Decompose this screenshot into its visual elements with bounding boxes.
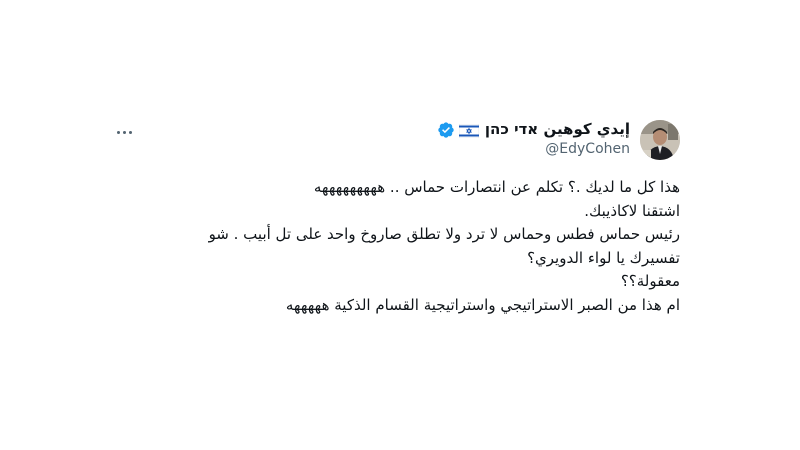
verified-badge-icon[interactable] xyxy=(437,121,455,139)
author-display-name[interactable]: إيدي كوهين אדי כהן xyxy=(485,120,630,139)
tweet-text-line: معقولة؟؟ xyxy=(620,272,680,290)
avatar[interactable] xyxy=(640,120,680,160)
tweet-text-line: اشتقنا لاكاذيبك. xyxy=(584,201,680,220)
author-name-row: إيدي كوهين אדי כהן xyxy=(437,120,630,139)
tweet-header: إيدي كوهين אדי כהן @EdyCohen xyxy=(437,120,630,159)
tweet-text-line: ام هذا من الصبر الاستراتيجي واستراتيجية … xyxy=(285,295,680,314)
israel-flag-icon xyxy=(458,123,480,138)
tweet-text-line: هذا كل ما لديك .؟ تكلم عن انتصارات حماس … xyxy=(313,178,680,196)
tweet-card: إيدي كوهين אדי כהן @EdyCohen هذا كل ما ل… xyxy=(106,110,686,330)
more-icon-dot xyxy=(122,130,126,134)
tweet-text-line: تفسيرك يا لواء الدويري؟ xyxy=(527,248,680,267)
avatar-image xyxy=(640,120,680,160)
more-icon-dot xyxy=(116,130,120,134)
more-options-button[interactable] xyxy=(112,122,136,142)
tweet-text: هذا كل ما لديك .؟ تكلم عن انتصارات حماس … xyxy=(120,176,680,317)
author-handle[interactable]: @EdyCohen xyxy=(437,140,630,159)
more-icon-dot xyxy=(128,130,132,134)
tweet-text-line: رئيس حماس فطس وحماس لا ترد ولا تطلق صارو… xyxy=(208,225,680,243)
